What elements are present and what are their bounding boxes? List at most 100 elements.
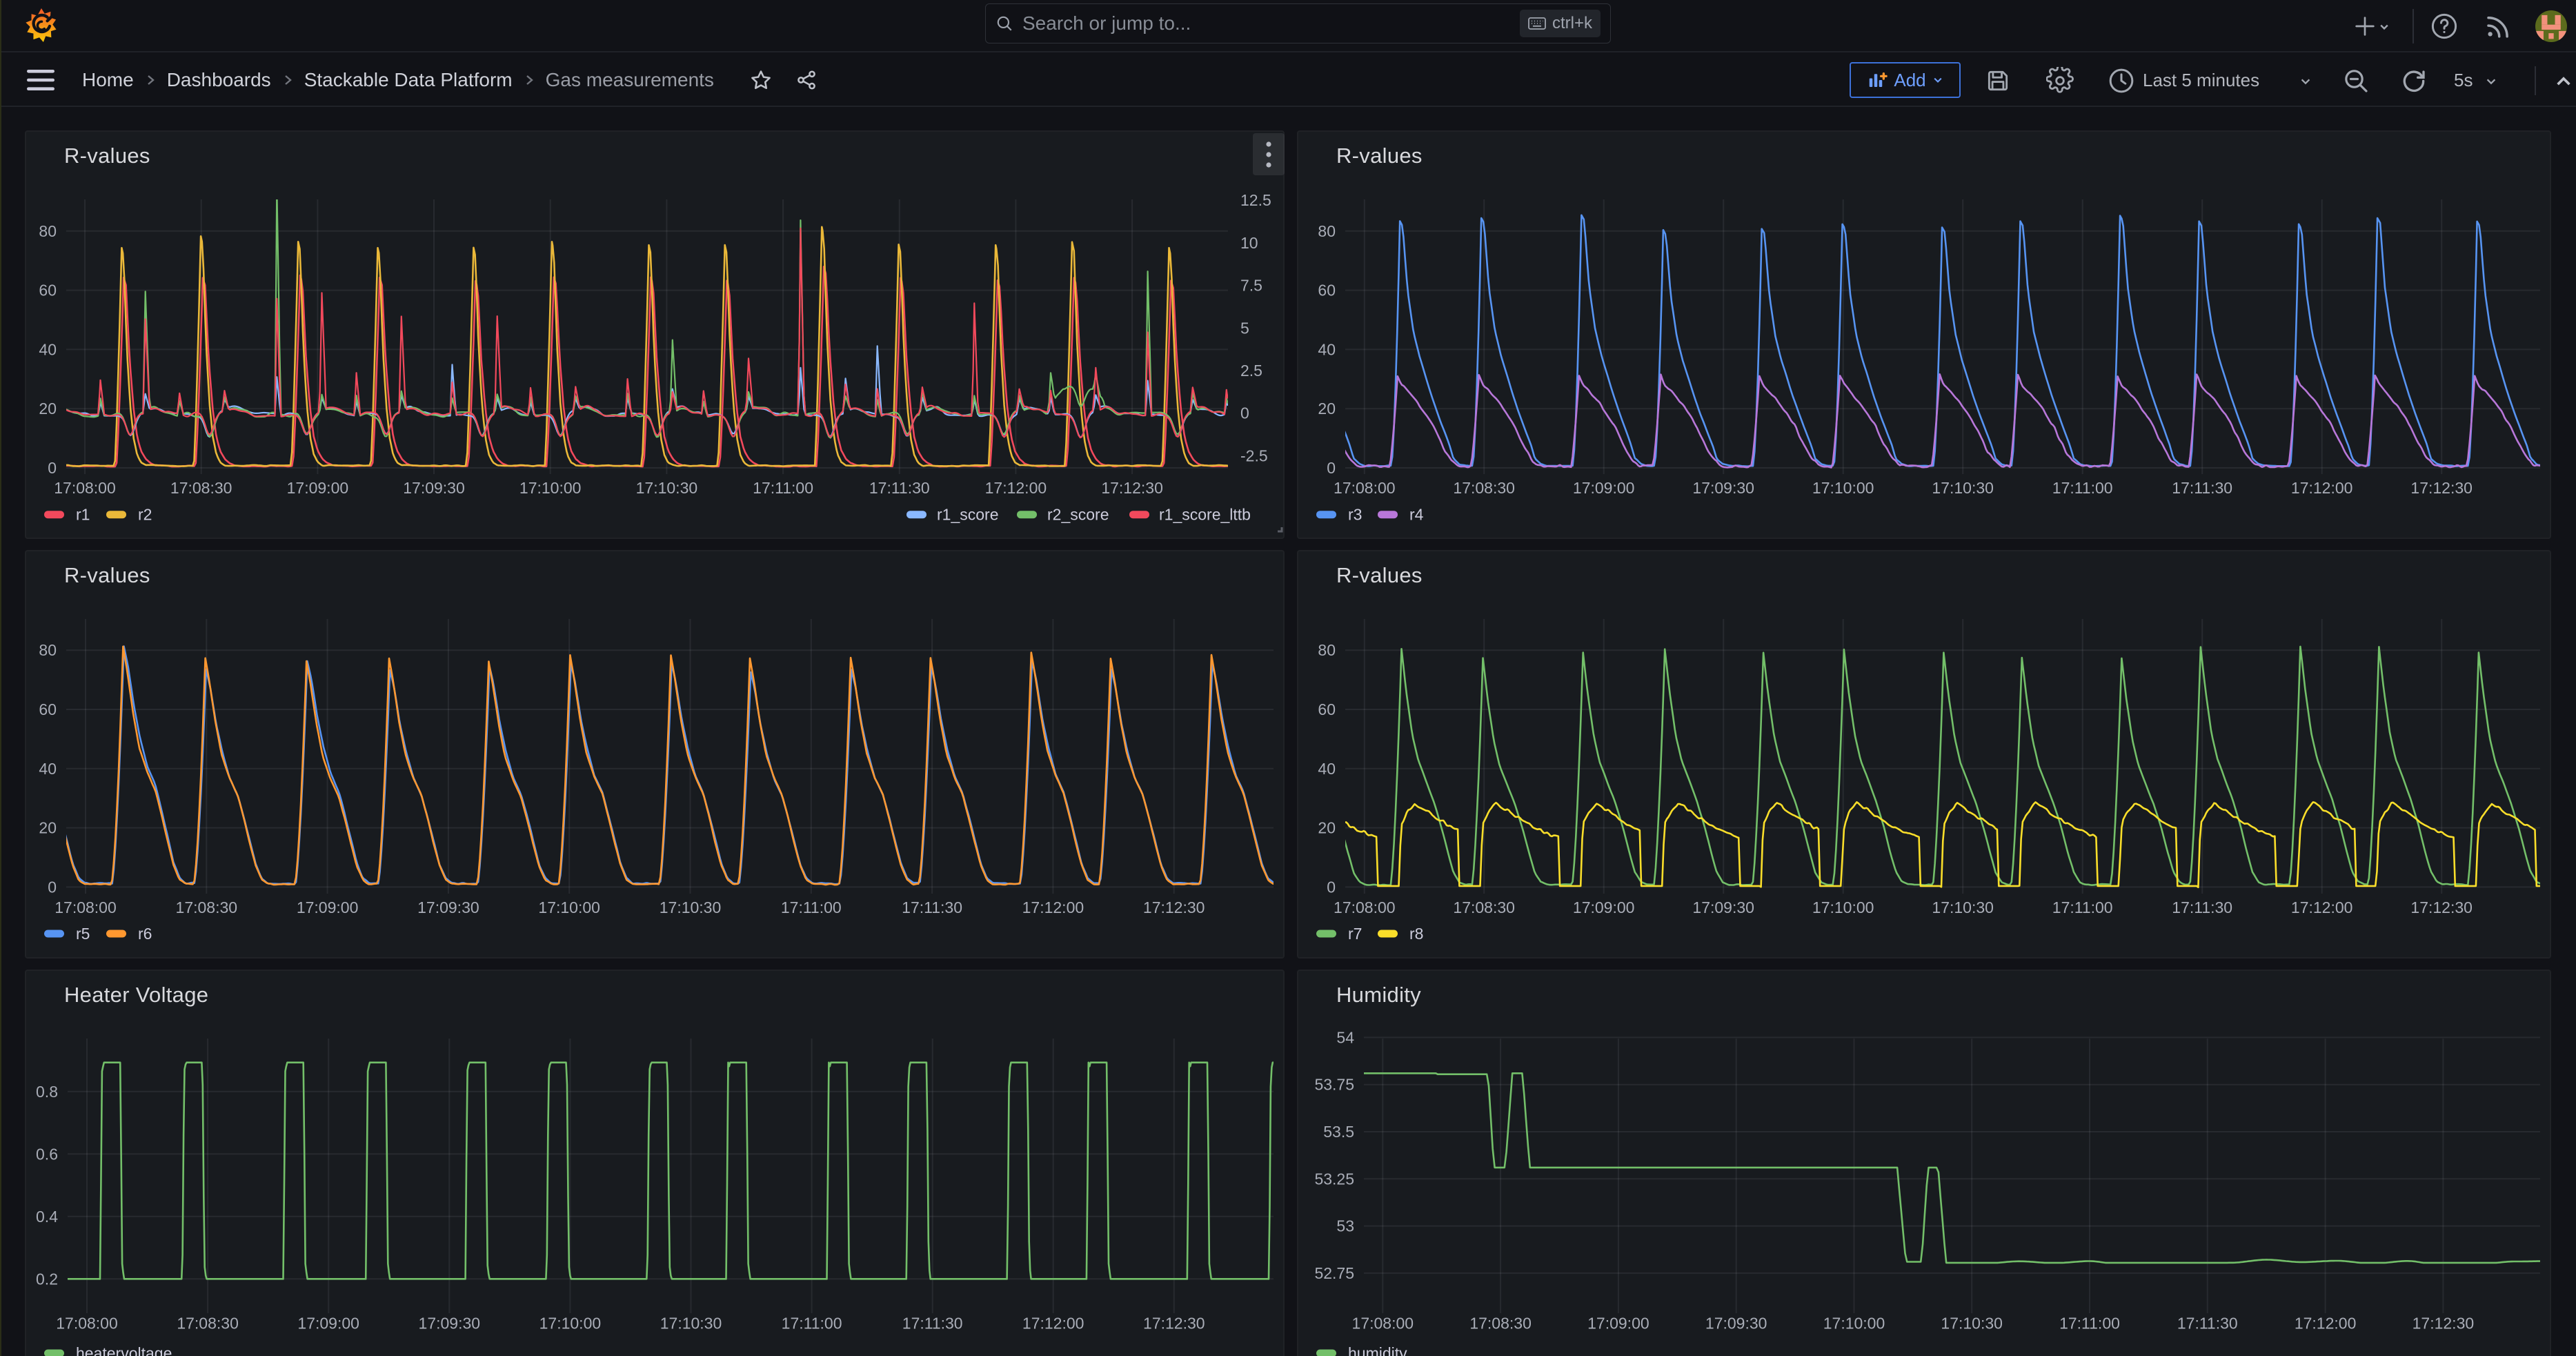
svg-text:17:09:00: 17:09:00 [287,479,349,497]
svg-text:17:10:30: 17:10:30 [636,479,698,497]
svg-text:R-values: R-values [64,563,150,587]
svg-text:17:12:00: 17:12:00 [985,479,1047,497]
svg-text:53: 53 [1336,1217,1354,1235]
svg-text:60: 60 [1318,700,1336,718]
svg-text:40: 40 [39,760,57,778]
svg-text:20: 20 [1318,400,1336,417]
svg-text:17:10:30: 17:10:30 [1932,479,1994,497]
svg-text:humidity: humidity [1348,1344,1407,1356]
svg-text:17:08:00: 17:08:00 [56,1315,118,1333]
svg-text:17:09:30: 17:09:30 [1692,479,1754,497]
svg-text:r1: r1 [76,506,90,524]
svg-text:17:08:30: 17:08:30 [1453,479,1515,497]
svg-text:R-values: R-values [1336,563,1423,587]
svg-text:17:12:00: 17:12:00 [1022,898,1084,916]
svg-text:5: 5 [1240,319,1249,337]
svg-text:17:12:00: 17:12:00 [2291,898,2353,916]
svg-text:17:08:30: 17:08:30 [177,1315,239,1333]
svg-text:17:08:00: 17:08:00 [55,898,117,916]
svg-text:60: 60 [39,700,57,718]
svg-text:r2: r2 [138,506,152,524]
svg-text:r4: r4 [1409,506,1424,524]
svg-text:0: 0 [1240,404,1249,422]
svg-text:17:10:30: 17:10:30 [660,898,722,916]
svg-text:r8: r8 [1409,925,1423,943]
svg-text:17:09:30: 17:09:30 [1692,898,1754,916]
svg-text:20: 20 [39,400,57,417]
svg-text:20: 20 [1318,819,1336,837]
svg-text:2.5: 2.5 [1240,362,1262,380]
svg-text:17:09:00: 17:09:00 [1573,898,1635,916]
svg-text:17:08:00: 17:08:00 [54,479,116,497]
svg-text:17:12:30: 17:12:30 [2410,898,2473,916]
svg-text:17:12:30: 17:12:30 [1143,1315,1205,1333]
svg-text:0: 0 [1327,459,1336,477]
svg-text:0: 0 [1327,878,1336,896]
svg-text:53.75: 53.75 [1314,1076,1354,1094]
svg-text:17:12:00: 17:12:00 [2295,1315,2357,1333]
svg-text:17:09:00: 17:09:00 [297,898,359,916]
svg-text:17:12:30: 17:12:30 [1101,479,1163,497]
svg-text:12.5: 12.5 [1240,191,1271,209]
svg-text:17:12:30: 17:12:30 [2412,1315,2475,1333]
svg-text:17:10:00: 17:10:00 [1812,479,1874,497]
svg-text:80: 80 [1318,641,1336,659]
svg-text:52.75: 52.75 [1314,1264,1354,1282]
svg-text:r1_score_lttb: r1_score_lttb [1159,506,1251,524]
svg-text:0.8: 0.8 [36,1083,58,1101]
svg-text:17:11:30: 17:11:30 [902,898,962,916]
svg-text:17:09:00: 17:09:00 [1587,1315,1649,1333]
svg-text:17:09:00: 17:09:00 [297,1315,359,1333]
svg-text:17:11:30: 17:11:30 [2172,898,2232,916]
svg-text:17:08:00: 17:08:00 [1334,479,1396,497]
svg-text:40: 40 [39,340,57,358]
svg-text:17:10:30: 17:10:30 [660,1315,722,1333]
svg-text:80: 80 [39,641,57,659]
svg-text:17:09:30: 17:09:30 [419,1315,481,1333]
svg-text:Heater Voltage: Heater Voltage [64,983,208,1007]
svg-text:80: 80 [1318,222,1336,240]
svg-text:17:11:30: 17:11:30 [2177,1315,2238,1333]
svg-text:17:12:00: 17:12:00 [1022,1315,1084,1333]
svg-text:60: 60 [1318,282,1336,299]
svg-text:40: 40 [1318,340,1336,358]
svg-text:17:10:00: 17:10:00 [538,898,600,916]
svg-text:17:11:00: 17:11:00 [753,479,813,497]
svg-text:17:11:30: 17:11:30 [2172,479,2232,497]
svg-text:17:09:30: 17:09:30 [403,479,465,497]
svg-text:7.5: 7.5 [1240,277,1262,295]
svg-text:17:10:00: 17:10:00 [539,1315,602,1333]
svg-text:r5: r5 [76,925,90,943]
svg-text:17:11:30: 17:11:30 [902,1315,963,1333]
svg-text:17:08:00: 17:08:00 [1334,898,1396,916]
svg-text:0: 0 [48,878,57,896]
svg-text:17:10:00: 17:10:00 [519,479,582,497]
svg-text:20: 20 [39,819,57,837]
svg-text:r3: r3 [1348,506,1362,524]
svg-text:17:09:30: 17:09:30 [1705,1315,1767,1333]
svg-text:R-values: R-values [64,144,150,168]
svg-text:17:12:30: 17:12:30 [2410,479,2473,497]
svg-text:17:08:30: 17:08:30 [1453,898,1515,916]
svg-text:0.4: 0.4 [36,1208,58,1226]
svg-text:10: 10 [1240,234,1258,252]
svg-text:17:08:30: 17:08:30 [170,479,232,497]
svg-text:0.2: 0.2 [36,1270,58,1288]
svg-text:17:11:00: 17:11:00 [781,898,842,916]
svg-text:0: 0 [48,459,57,477]
svg-text:60: 60 [39,282,57,299]
svg-text:0.6: 0.6 [36,1145,58,1163]
svg-text:-2.5: -2.5 [1240,446,1268,464]
svg-text:17:10:00: 17:10:00 [1823,1315,1885,1333]
svg-text:17:10:30: 17:10:30 [1941,1315,2003,1333]
svg-text:17:12:00: 17:12:00 [2291,479,2353,497]
svg-text:17:08:00: 17:08:00 [1352,1315,1414,1333]
svg-text:17:09:30: 17:09:30 [417,898,479,916]
svg-text:r1_score: r1_score [937,506,998,524]
svg-text:53.25: 53.25 [1314,1170,1354,1188]
svg-text:80: 80 [39,222,57,240]
svg-text:53.5: 53.5 [1323,1123,1354,1141]
svg-text:17:11:00: 17:11:00 [2059,1315,2120,1333]
svg-text:heatervoltage: heatervoltage [76,1344,172,1356]
svg-text:54: 54 [1336,1028,1354,1046]
